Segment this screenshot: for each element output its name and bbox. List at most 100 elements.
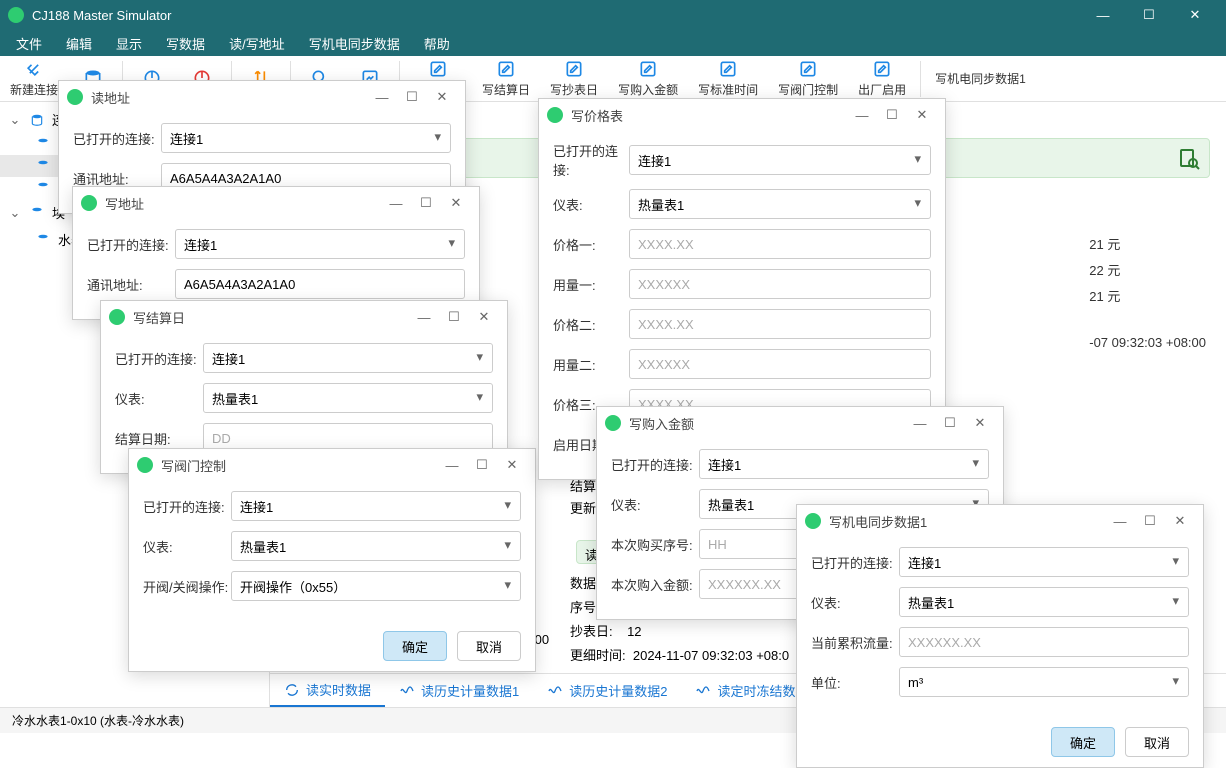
maximize-icon[interactable]: ☐ xyxy=(467,453,497,477)
toolbar-write-valve[interactable]: 写阀门控制 xyxy=(768,57,848,100)
app-title: CJ188 Master Simulator xyxy=(32,8,1080,23)
minimize-icon[interactable]: — xyxy=(381,191,411,215)
read-addr-conn-select[interactable] xyxy=(161,123,451,153)
minimize-icon[interactable]: — xyxy=(367,85,397,109)
edit-icon xyxy=(872,59,892,79)
sync-meter-select[interactable] xyxy=(899,587,1189,617)
db-icon xyxy=(28,113,46,127)
tab-history2[interactable]: 读历史计量数据2 xyxy=(533,675,681,706)
menu-rw-addr[interactable]: 读/写地址 xyxy=(217,30,297,57)
toolbar-write-read-date[interactable]: 写抄表日 xyxy=(540,57,608,100)
app-icon xyxy=(605,415,621,431)
minimize-icon[interactable]: — xyxy=(1105,509,1135,533)
settle-conn-select[interactable] xyxy=(203,343,493,373)
edit-icon xyxy=(496,59,516,79)
menu-view[interactable]: 显示 xyxy=(104,30,154,57)
wave-icon xyxy=(399,683,415,699)
tab-realtime[interactable]: 读实时数据 xyxy=(270,674,385,707)
doc-search-icon[interactable] xyxy=(1177,147,1201,171)
settle-meter-select[interactable] xyxy=(203,383,493,413)
price-conn-select[interactable] xyxy=(629,145,931,175)
dialog-valve: 写阀门控制—☐✕ 已打开的连接: 仪表: 开阀/关阀操作: 确定 取消 xyxy=(128,448,536,672)
edit-icon xyxy=(798,59,818,79)
minimize-icon[interactable]: — xyxy=(437,453,467,477)
menu-file[interactable]: 文件 xyxy=(4,30,54,57)
close-icon[interactable]: ✕ xyxy=(469,305,499,329)
plug-icon xyxy=(24,59,44,79)
write-addr-conn-select[interactable] xyxy=(175,229,465,259)
dialog-sync: 写机电同步数据1—☐✕ 已打开的连接: 仪表: 当前累积流量: 单位: 确定 取… xyxy=(796,504,1204,768)
price1-input[interactable] xyxy=(629,229,931,259)
db-icon xyxy=(28,206,46,220)
use2-input[interactable] xyxy=(629,349,931,379)
menu-write-data[interactable]: 写数据 xyxy=(154,30,217,57)
valve-op-select[interactable] xyxy=(231,571,521,601)
menubar: 文件 编辑 显示 写数据 读/写地址 写机电同步数据 帮助 xyxy=(0,30,1226,56)
app-icon xyxy=(547,107,563,123)
app-icon xyxy=(805,513,821,529)
minimize-icon[interactable]: — xyxy=(905,411,935,435)
toolbar-write-buy[interactable]: 写购入金额 xyxy=(608,57,688,100)
toolbar-write-time[interactable]: 写标准时间 xyxy=(688,57,768,100)
titlebar: CJ188 Master Simulator — ☐ ✕ xyxy=(0,0,1226,30)
close-button[interactable]: ✕ xyxy=(1172,0,1218,30)
maximize-icon[interactable]: ☐ xyxy=(935,411,965,435)
valve-meter-select[interactable] xyxy=(231,531,521,561)
menu-edit[interactable]: 编辑 xyxy=(54,30,104,57)
sync-ok-button[interactable]: 确定 xyxy=(1051,727,1115,757)
tab-history1[interactable]: 读历史计量数据1 xyxy=(385,675,533,706)
maximize-icon[interactable]: ☐ xyxy=(411,191,441,215)
write-addr-input[interactable] xyxy=(175,269,465,299)
maximize-icon[interactable]: ☐ xyxy=(1135,509,1165,533)
chevron-down-icon: ⌄ xyxy=(8,112,22,128)
app-logo-icon xyxy=(8,7,24,23)
edit-icon xyxy=(428,59,448,79)
price2-input[interactable] xyxy=(629,309,931,339)
edit-icon xyxy=(638,59,658,79)
close-icon[interactable]: ✕ xyxy=(965,411,995,435)
price-meter-select[interactable] xyxy=(629,189,931,219)
maximize-button[interactable]: ☐ xyxy=(1126,0,1172,30)
buy-conn-select[interactable] xyxy=(699,449,989,479)
toolbar-write-settle[interactable]: 写结算日 xyxy=(472,57,540,100)
db-icon xyxy=(34,181,52,195)
edit-icon xyxy=(564,59,584,79)
minimize-button[interactable]: — xyxy=(1080,0,1126,30)
app-icon xyxy=(137,457,153,473)
toolbar-factory-enable[interactable]: 出厂启用 xyxy=(848,57,916,100)
valve-cancel-button[interactable]: 取消 xyxy=(457,631,521,661)
sync-flow-input[interactable] xyxy=(899,627,1189,657)
maximize-icon[interactable]: ☐ xyxy=(877,103,907,127)
valve-ok-button[interactable]: 确定 xyxy=(383,631,447,661)
wave-icon xyxy=(547,683,563,699)
app-icon xyxy=(81,195,97,211)
maximize-icon[interactable]: ☐ xyxy=(439,305,469,329)
valve-conn-select[interactable] xyxy=(231,491,521,521)
sync-cancel-button[interactable]: 取消 xyxy=(1125,727,1189,757)
chevron-down-icon: ⌄ xyxy=(8,205,22,221)
close-icon[interactable]: ✕ xyxy=(427,85,457,109)
sync-conn-select[interactable] xyxy=(899,547,1189,577)
edit-icon xyxy=(718,59,738,79)
app-icon xyxy=(67,89,83,105)
minimize-icon[interactable]: — xyxy=(409,305,439,329)
sync-unit-select[interactable] xyxy=(899,667,1189,697)
close-icon[interactable]: ✕ xyxy=(907,103,937,127)
db-icon xyxy=(34,159,52,173)
status-text: 冷水水表1-0x10 (水表-冷水水表) xyxy=(12,712,184,729)
menu-help[interactable]: 帮助 xyxy=(412,30,462,57)
menu-sync[interactable]: 写机电同步数据 xyxy=(297,30,412,57)
maximize-icon[interactable]: ☐ xyxy=(397,85,427,109)
close-icon[interactable]: ✕ xyxy=(1165,509,1195,533)
close-icon[interactable]: ✕ xyxy=(441,191,471,215)
wave-icon xyxy=(695,683,711,699)
refresh-icon xyxy=(284,682,300,698)
db-icon xyxy=(34,137,52,151)
minimize-icon[interactable]: — xyxy=(847,103,877,127)
db-icon xyxy=(34,233,52,247)
app-icon xyxy=(109,309,125,325)
use1-input[interactable] xyxy=(629,269,931,299)
toolbar-sync1[interactable]: 写机电同步数据1 xyxy=(925,68,1036,89)
bg-data: 21 元 22 元 21 元 -07 09:32:03 +08:00 xyxy=(1089,232,1206,356)
close-icon[interactable]: ✕ xyxy=(497,453,527,477)
